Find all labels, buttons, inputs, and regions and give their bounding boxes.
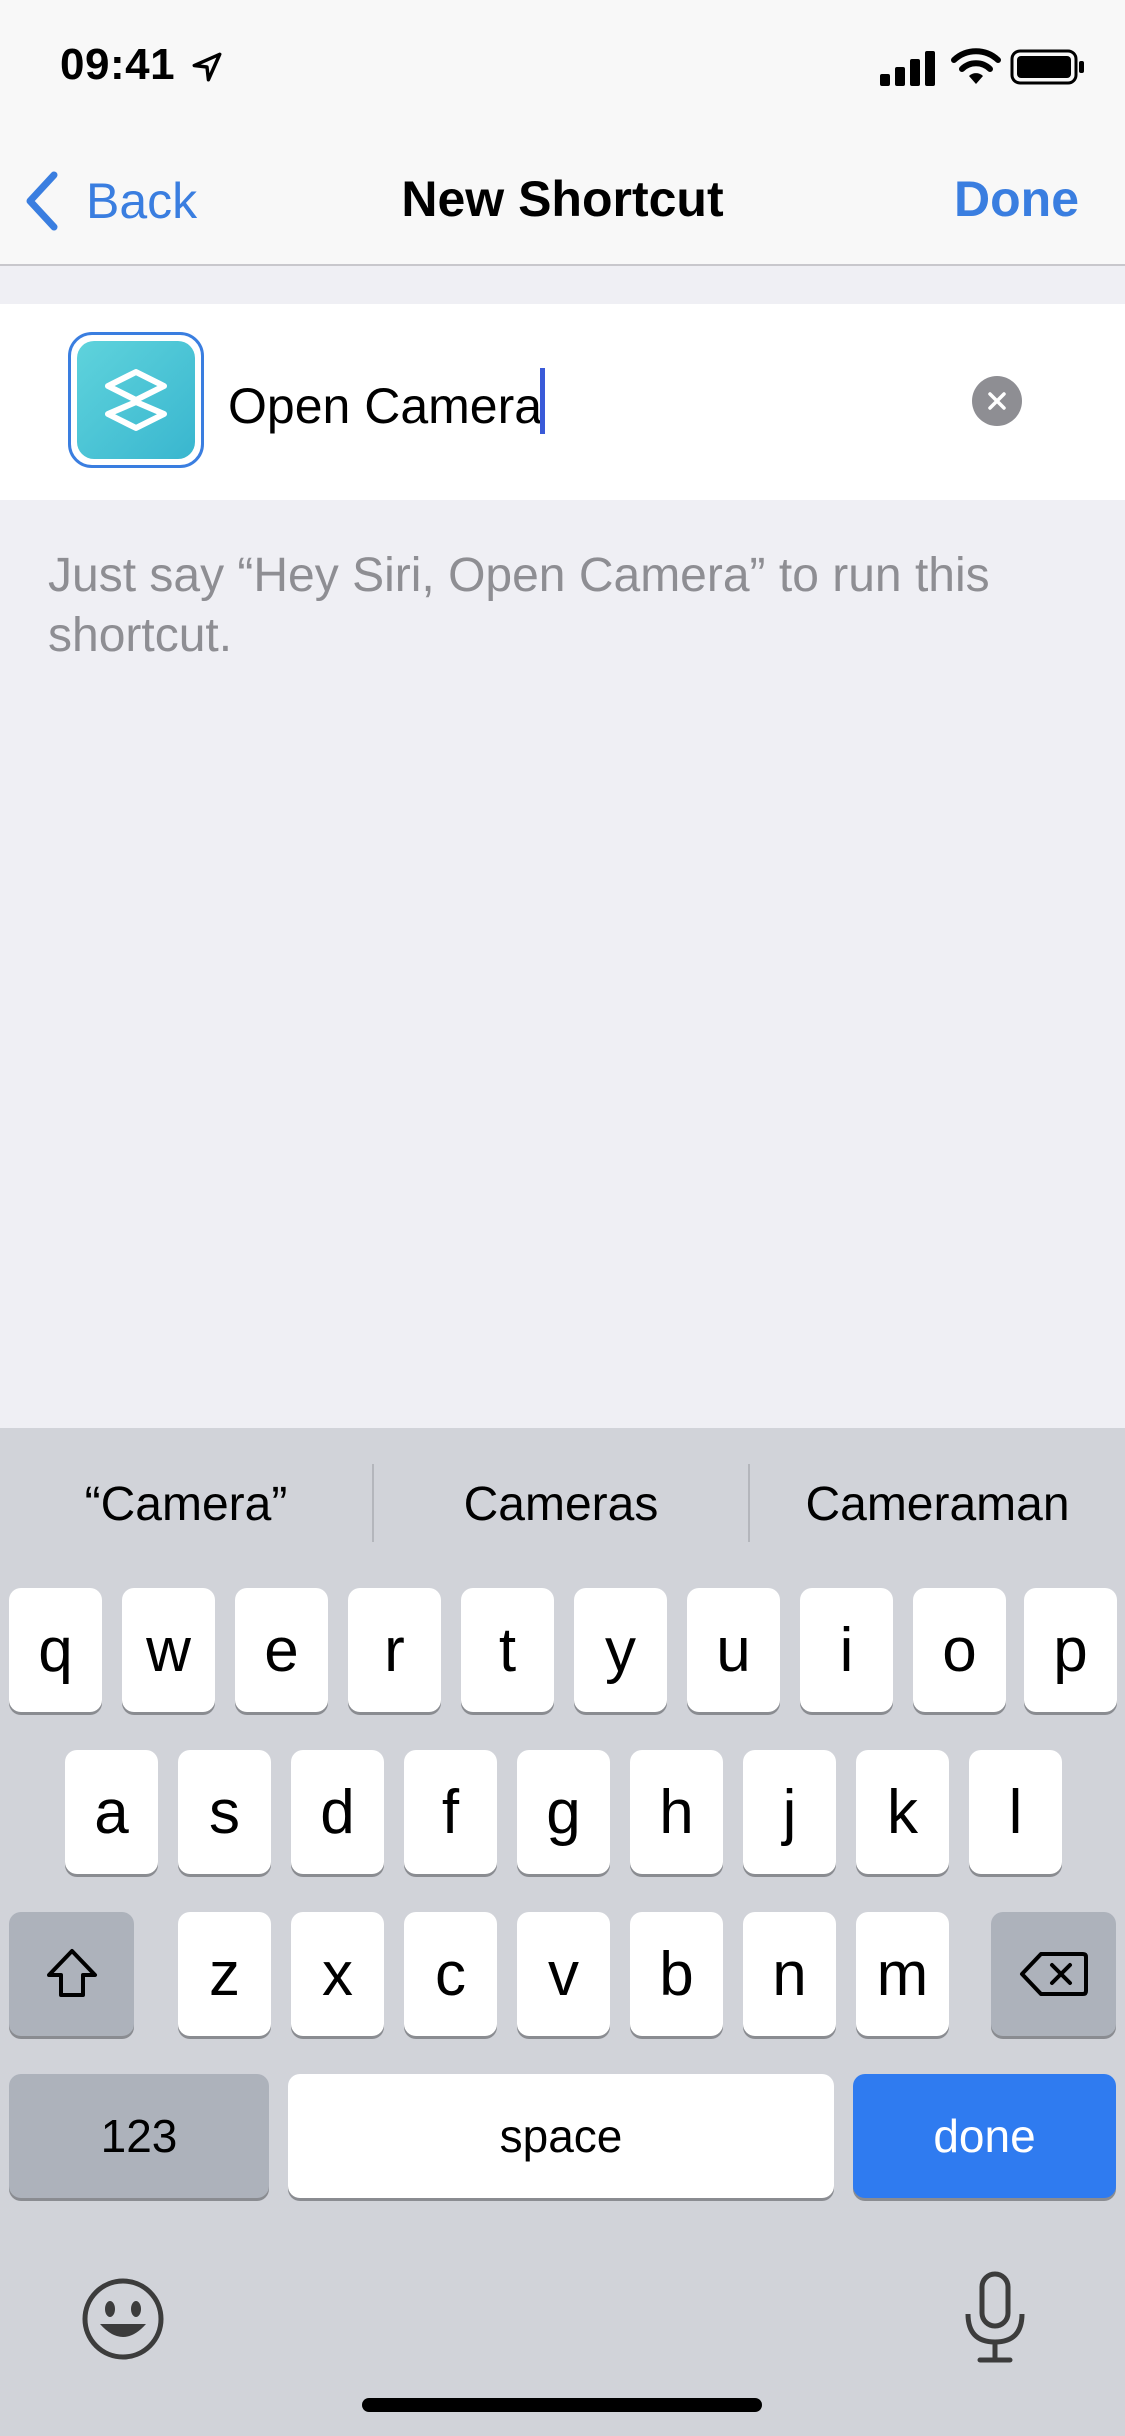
key-q[interactable]: q <box>9 1588 102 1712</box>
key-m[interactable]: m <box>856 1912 949 2036</box>
key-u[interactable]: u <box>687 1588 780 1712</box>
shift-key[interactable] <box>9 1912 134 2036</box>
delete-key[interactable] <box>991 1912 1116 2036</box>
text-cursor <box>540 368 545 434</box>
key-a[interactable]: a <box>65 1750 158 1874</box>
clear-text-button[interactable] <box>972 376 1022 426</box>
key-d[interactable]: d <box>291 1750 384 1874</box>
key-g[interactable]: g <box>517 1750 610 1874</box>
key-e[interactable]: e <box>235 1588 328 1712</box>
key-i[interactable]: i <box>800 1588 893 1712</box>
key-r[interactable]: r <box>348 1588 441 1712</box>
shift-arrow-icon <box>46 1949 97 1997</box>
siri-hint-text: Just say “Hey Siri, Open Camera” to run … <box>48 549 990 662</box>
backspace-icon <box>1019 1952 1088 1996</box>
key-y[interactable]: y <box>574 1588 667 1712</box>
shortcut-name-input[interactable] <box>228 370 948 442</box>
suggestion-quoted[interactable]: “Camera” <box>0 1470 372 1540</box>
key-s[interactable]: s <box>178 1750 271 1874</box>
key-p[interactable]: p <box>1024 1588 1117 1712</box>
close-icon <box>988 392 1006 410</box>
key-h[interactable]: h <box>630 1750 723 1874</box>
battery-icon <box>1010 49 1084 85</box>
key-n[interactable]: n <box>743 1912 836 2036</box>
cellular-signal-icon <box>880 51 935 86</box>
shortcut-icon-button[interactable] <box>68 332 204 468</box>
key-t[interactable]: t <box>461 1588 554 1712</box>
location-arrow-icon <box>192 52 222 82</box>
key-v[interactable]: v <box>517 1912 610 2036</box>
shortcuts-app-icon <box>77 341 195 459</box>
key-w[interactable]: w <box>122 1588 215 1712</box>
key-f[interactable]: f <box>404 1750 497 1874</box>
done-button[interactable]: Done <box>954 170 1079 228</box>
suggestion-2[interactable]: Cameras <box>374 1470 748 1540</box>
status-time: 09:41 <box>60 40 176 89</box>
key-b[interactable]: b <box>630 1912 723 2036</box>
wifi-icon <box>951 48 1001 84</box>
numbers-key[interactable]: 123 <box>9 2074 269 2198</box>
suggestion-3[interactable]: Cameraman <box>750 1470 1125 1540</box>
key-x[interactable]: x <box>291 1912 384 2036</box>
key-z[interactable]: z <box>178 1912 271 2036</box>
microphone-icon[interactable] <box>960 2270 1030 2366</box>
emoji-icon[interactable] <box>80 2276 166 2362</box>
shortcuts-layers-icon <box>105 369 167 431</box>
home-indicator[interactable] <box>362 2398 762 2412</box>
key-j[interactable]: j <box>743 1750 836 1874</box>
key-k[interactable]: k <box>856 1750 949 1874</box>
key-l[interactable]: l <box>969 1750 1062 1874</box>
key-c[interactable]: c <box>404 1912 497 2036</box>
keyboard-done-key[interactable]: done <box>853 2074 1116 2198</box>
key-o[interactable]: o <box>913 1588 1006 1712</box>
space-key[interactable]: space <box>288 2074 834 2198</box>
